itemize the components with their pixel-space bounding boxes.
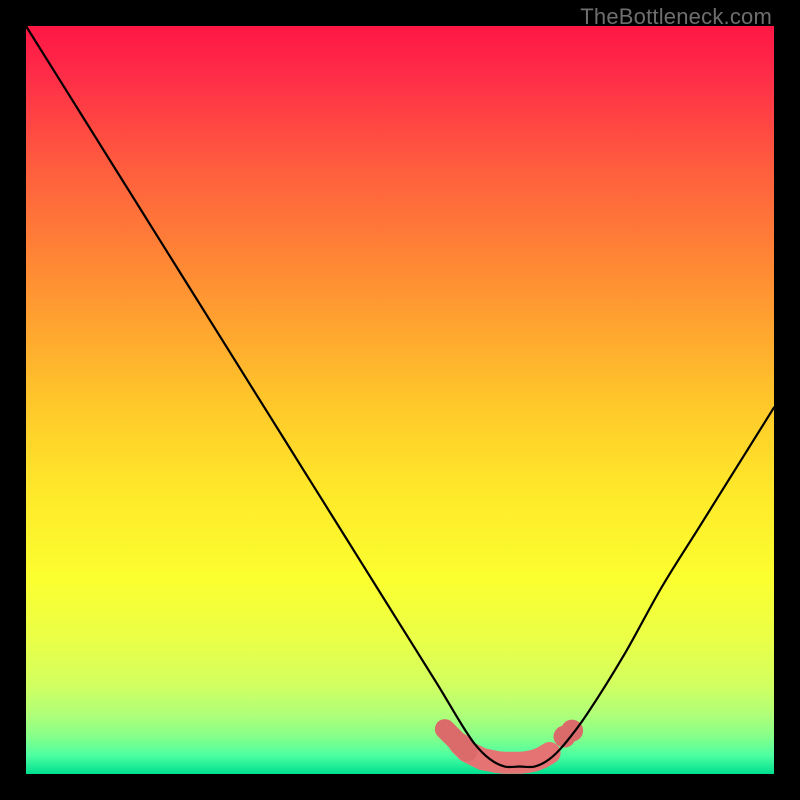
optimal-left-tail [445, 729, 467, 751]
curve-layer [26, 26, 774, 774]
bottleneck-curve [26, 26, 774, 767]
watermark-label: TheBottleneck.com [580, 4, 772, 30]
chart-frame: TheBottleneck.com [0, 0, 800, 800]
plot-area [26, 26, 774, 774]
optimal-marker-cluster [445, 720, 583, 763]
